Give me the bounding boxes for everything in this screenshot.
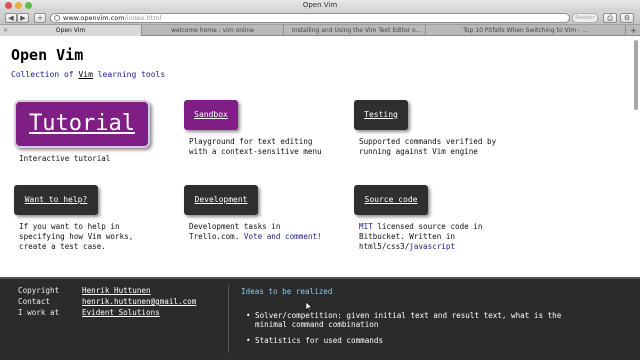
footer-divider bbox=[228, 285, 229, 353]
tab-open-vim[interactable]: ✕ Open Vim bbox=[0, 25, 142, 36]
globe-icon bbox=[54, 15, 60, 21]
settings-button[interactable]: ⚙ bbox=[620, 13, 634, 23]
idea-item: • Statistics for used commands bbox=[246, 336, 384, 345]
idea-item: • Solver/competition: given initial text… bbox=[246, 311, 562, 329]
page-content: Open Vim Collection of Vim learning tool… bbox=[0, 37, 640, 360]
employer-link[interactable]: Evident Solutions bbox=[82, 308, 160, 317]
back-arrow-icon: ◀ bbox=[8, 14, 14, 22]
close-window-icon[interactable] bbox=[5, 2, 12, 9]
development-button[interactable]: Development bbox=[184, 185, 258, 215]
address-bar[interactable]: www.openvim.com/index.html bbox=[50, 13, 570, 23]
copyright-row: Copyright Henrik Huttunen bbox=[18, 286, 151, 295]
tab-bar: ✕ Open Vim welcome home : vim online Ins… bbox=[0, 25, 640, 36]
vim-link[interactable]: Vim bbox=[78, 70, 92, 79]
window-title: Open Vim bbox=[302, 1, 338, 9]
share-button[interactable]: ⎙ bbox=[603, 13, 617, 23]
ideas-title: Ideas to be realized bbox=[241, 287, 333, 296]
testing-description: Supported commands verified by running a… bbox=[359, 137, 497, 156]
page-subtitle: Collection of Vim learning tools bbox=[11, 70, 166, 79]
sandbox-button[interactable]: Sandbox bbox=[184, 100, 238, 130]
sandbox-description: Playground for text editing with a conte… bbox=[189, 137, 322, 156]
author-link[interactable]: Henrik Huttunen bbox=[82, 286, 151, 295]
url-domain: www.openvim.com bbox=[63, 14, 125, 22]
development-description: Development tasks in Trello.com. Vote an… bbox=[189, 222, 322, 241]
bullet-icon: • bbox=[246, 311, 251, 320]
back-button[interactable]: ◀ bbox=[5, 13, 17, 23]
page-title: Open Vim bbox=[11, 46, 84, 64]
source-code-button[interactable]: Source code bbox=[354, 185, 428, 215]
want-to-help-button[interactable]: Want to help? bbox=[14, 185, 98, 215]
forward-arrow-icon: ▶ bbox=[20, 14, 26, 22]
tutorial-button[interactable]: Tutorial bbox=[14, 100, 150, 148]
javascript-link[interactable]: javascript bbox=[409, 242, 455, 251]
footer: Copyright Henrik Huttunen Contact henrik… bbox=[0, 277, 640, 360]
window-titlebar: Open Vim bbox=[0, 0, 640, 11]
minimize-window-icon[interactable] bbox=[15, 2, 22, 9]
mit-link[interactable]: MIT bbox=[359, 222, 373, 231]
bullet-icon: • bbox=[246, 336, 251, 345]
browser-toolbar: ◀ ▶ + www.openvim.com/index.html Reader … bbox=[0, 11, 640, 25]
employer-row: I work at Evident Solutions bbox=[18, 308, 160, 317]
contact-row: Contact henrik.huttunen@gmail.com bbox=[18, 297, 197, 306]
url-path: /index.html bbox=[124, 14, 162, 22]
tab-installing-vim[interactable]: Installing and Using the Vim Text Editor… bbox=[284, 25, 426, 36]
page-scrollbar[interactable] bbox=[634, 40, 638, 110]
source-description: MIT licensed source code in Bitbucket. W… bbox=[359, 222, 483, 251]
tutorial-description: Interactive tutorial bbox=[19, 154, 111, 163]
new-tab-button[interactable]: + bbox=[34, 13, 46, 23]
gear-icon: ⚙ bbox=[623, 14, 631, 22]
testing-button[interactable]: Testing bbox=[354, 100, 408, 130]
zoom-window-icon[interactable] bbox=[25, 2, 32, 9]
add-tab-button[interactable]: + bbox=[627, 25, 640, 36]
vote-and-comment-link[interactable]: Vote and comment! bbox=[244, 232, 322, 241]
mouse-cursor-icon bbox=[306, 302, 312, 311]
plus-icon: + bbox=[37, 14, 43, 22]
tab-vim-online[interactable]: welcome home : vim online bbox=[142, 25, 284, 36]
forward-button[interactable]: ▶ bbox=[17, 13, 29, 23]
tab-vim-pitfalls[interactable]: Top 10 Pitfalls When Switching to Vim - … bbox=[426, 25, 626, 36]
email-link[interactable]: henrik.huttunen@gmail.com bbox=[82, 297, 196, 306]
help-description: If you want to help in specifying how Vi… bbox=[19, 222, 134, 251]
close-icon[interactable]: ✕ bbox=[3, 25, 8, 36]
reader-button[interactable]: Reader bbox=[572, 13, 598, 23]
share-icon: ⎙ bbox=[607, 14, 613, 22]
plus-icon: + bbox=[630, 26, 637, 35]
